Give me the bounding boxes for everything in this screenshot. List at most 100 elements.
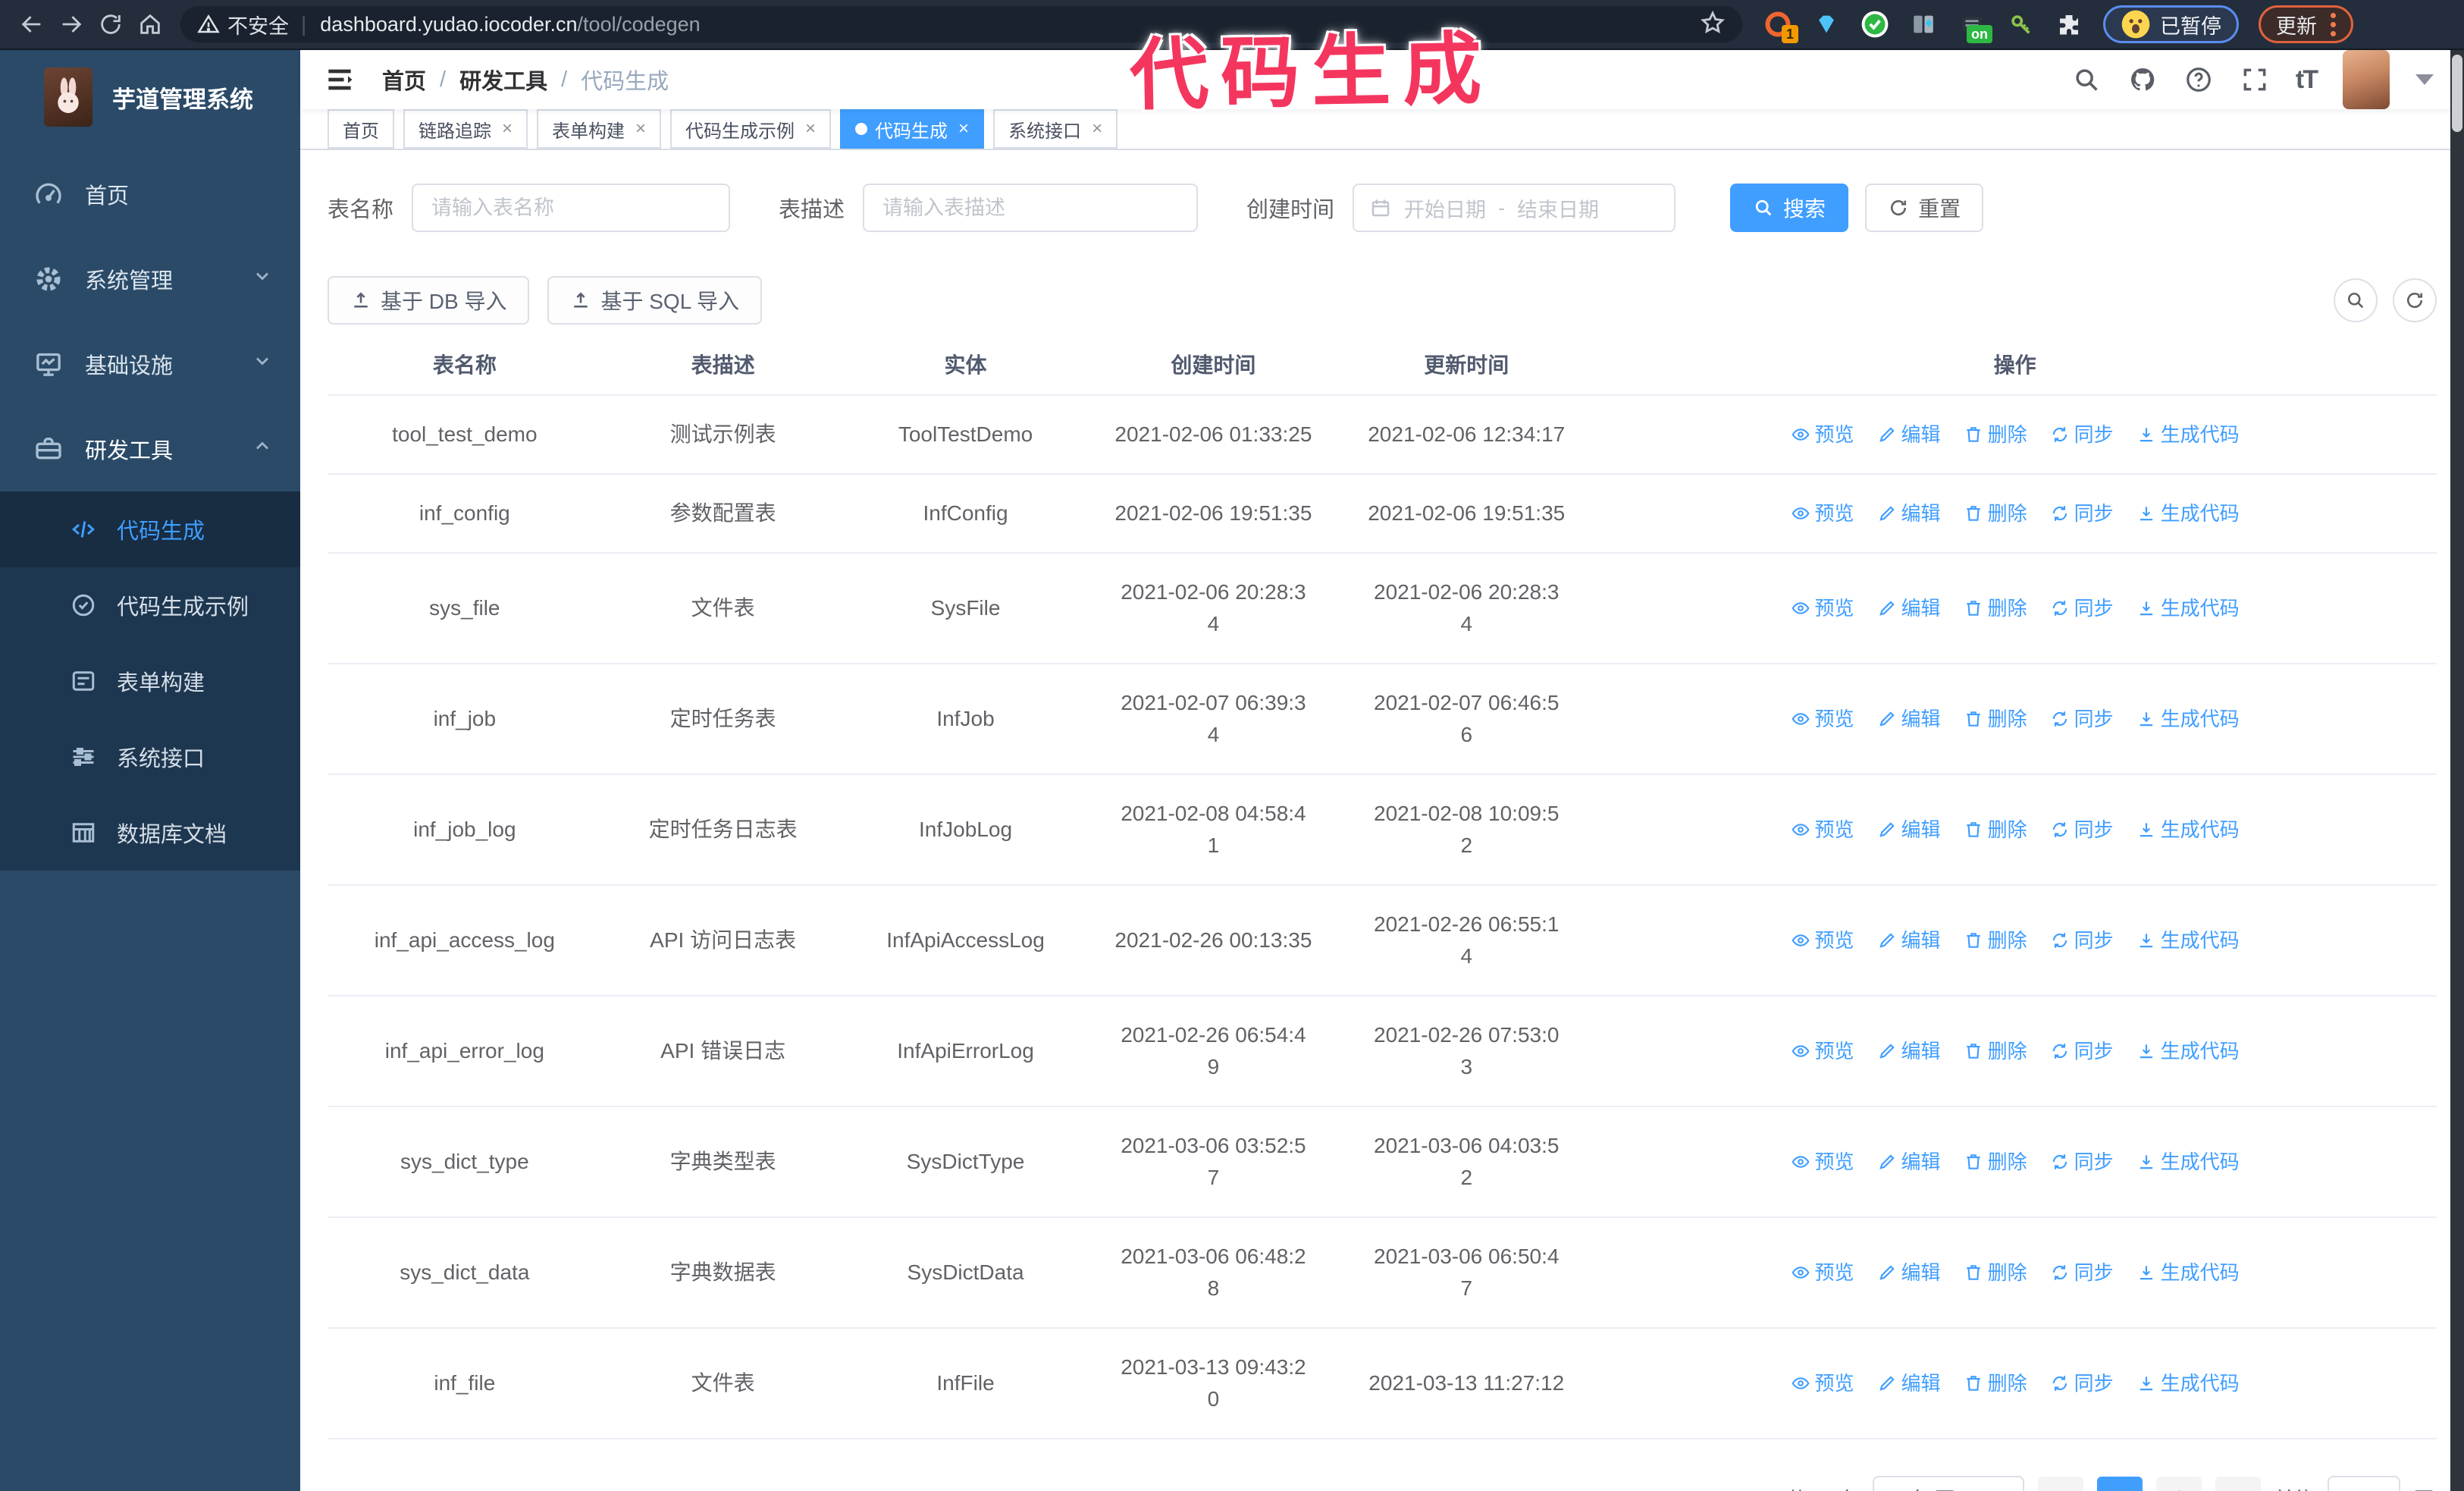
fullscreen-icon[interactable] (2240, 64, 2270, 95)
browser-back-icon[interactable] (12, 5, 52, 44)
bookmark-star-icon[interactable] (1700, 10, 1726, 39)
sync-link[interactable]: 同步 (2050, 498, 2114, 529)
extension-gem-icon[interactable] (1812, 10, 1841, 39)
delete-link[interactable]: 删除 (1964, 1035, 2027, 1067)
help-icon[interactable] (2183, 64, 2214, 95)
close-icon[interactable]: × (635, 118, 646, 140)
generate-code-link[interactable]: 生成代码 (2136, 703, 2240, 735)
sidebar-item-system-api[interactable]: 系统接口 (0, 719, 300, 795)
edit-link[interactable]: 编辑 (1877, 924, 1941, 956)
sync-link[interactable]: 同步 (2050, 1257, 2114, 1289)
table-row[interactable]: inf_config 参数配置表 InfConfig 2021-02-06 19… (328, 474, 2437, 554)
browser-profile-chip[interactable]: 已暂停 (2103, 5, 2239, 43)
sync-link[interactable]: 同步 (2050, 924, 2114, 956)
search-button[interactable]: 搜索 (1730, 184, 1849, 232)
avatar-caret-down-icon[interactable] (2415, 74, 2434, 85)
extension-orange-icon[interactable]: 1 (1763, 10, 1798, 43)
page-scrollbar[interactable] (2450, 50, 2464, 1491)
generate-code-link[interactable]: 生成代码 (2136, 592, 2240, 624)
page-button-1[interactable]: 1 (2096, 1477, 2143, 1491)
close-icon[interactable]: × (805, 118, 816, 140)
refresh-table-button[interactable] (2393, 278, 2437, 322)
sync-link[interactable]: 同步 (2050, 703, 2114, 735)
browser-update-button[interactable]: 更新 (2259, 5, 2353, 43)
sidebar-item-db-doc[interactable]: 数据库文档 (0, 795, 300, 871)
table-row[interactable]: sys_file 文件表 SysFile 2021-02-06 20:28:3 … (328, 553, 2437, 664)
browser-reload-icon[interactable] (91, 5, 130, 44)
table-name-input[interactable] (412, 184, 731, 232)
generate-code-link[interactable]: 生成代码 (2136, 1146, 2240, 1178)
sidebar-item-codegen-example[interactable]: 代码生成示例 (0, 567, 300, 643)
preview-link[interactable]: 预览 (1791, 1146, 1854, 1178)
preview-link[interactable]: 预览 (1791, 814, 1854, 846)
tab-form-builder[interactable]: 表单构建 × (537, 109, 662, 149)
delete-link[interactable]: 删除 (1964, 592, 2027, 624)
sidebar-item-codegen[interactable]: 代码生成 (0, 491, 300, 567)
edit-link[interactable]: 编辑 (1877, 498, 1941, 529)
table-row[interactable]: inf_job 定时任务表 InfJob 2021-02-07 06:39:3 … (328, 664, 2437, 775)
generate-code-link[interactable]: 生成代码 (2136, 498, 2240, 529)
preview-link[interactable]: 预览 (1791, 1257, 1854, 1289)
sync-link[interactable]: 同步 (2050, 1146, 2114, 1178)
next-page-button[interactable] (2215, 1477, 2261, 1491)
breadcrumb-home[interactable]: 首页 (382, 64, 426, 96)
prev-page-button[interactable] (2037, 1477, 2083, 1491)
edit-link[interactable]: 编辑 (1877, 703, 1941, 735)
generate-code-link[interactable]: 生成代码 (2136, 1257, 2240, 1289)
app-logo-row[interactable]: 芋道管理系统 (0, 50, 300, 144)
edit-link[interactable]: 编辑 (1877, 1257, 1941, 1289)
db-import-button[interactable]: 基于 DB 导入 (328, 276, 530, 325)
delete-link[interactable]: 删除 (1964, 419, 2027, 450)
extension-tabs-icon[interactable] (1909, 10, 1938, 39)
preview-link[interactable]: 预览 (1791, 1035, 1854, 1067)
sidebar-item-system[interactable]: 系统管理 (0, 237, 300, 322)
github-icon[interactable] (2127, 64, 2158, 95)
tab-tracing[interactable]: 链路追踪 × (403, 109, 528, 149)
user-avatar[interactable] (2343, 50, 2390, 109)
sidebar-item-form-builder[interactable]: 表单构建 (0, 643, 300, 719)
sync-link[interactable]: 同步 (2050, 1367, 2114, 1399)
delete-link[interactable]: 删除 (1964, 924, 2027, 956)
sidebar-item-home[interactable]: 首页 (0, 152, 300, 237)
preview-link[interactable]: 预览 (1791, 924, 1854, 956)
close-icon[interactable]: × (958, 118, 969, 140)
sync-link[interactable]: 同步 (2050, 1035, 2114, 1067)
delete-link[interactable]: 删除 (1964, 703, 2027, 735)
tab-home[interactable]: 首页 (328, 109, 394, 149)
sidebar-item-infra[interactable]: 基础设施 (0, 322, 300, 406)
table-row[interactable]: inf_api_error_log API 错误日志 InfApiErrorLo… (328, 996, 2437, 1107)
delete-link[interactable]: 删除 (1964, 1257, 2027, 1289)
toggle-search-button[interactable] (2334, 278, 2378, 322)
browser-home-icon[interactable] (130, 5, 170, 44)
delete-link[interactable]: 删除 (1964, 1146, 2027, 1178)
close-icon[interactable]: × (1092, 118, 1102, 140)
generate-code-link[interactable]: 生成代码 (2136, 924, 2240, 956)
extension-dark-on-icon[interactable]: on (1958, 10, 1992, 43)
edit-link[interactable]: 编辑 (1877, 419, 1941, 450)
extension-key-icon[interactable] (2006, 10, 2035, 39)
edit-link[interactable]: 编辑 (1877, 1035, 1941, 1067)
browser-menu-dots-icon[interactable] (2331, 12, 2336, 36)
address-bar[interactable]: 不安全 | dashboard.yudao.iocoder.cn/tool/co… (180, 6, 1742, 42)
tab-codegen-example[interactable]: 代码生成示例 × (670, 109, 832, 149)
generate-code-link[interactable]: 生成代码 (2136, 814, 2240, 846)
preview-link[interactable]: 预览 (1791, 1367, 1854, 1399)
breadcrumb-devtools[interactable]: 研发工具 (459, 64, 547, 96)
table-desc-input[interactable] (863, 184, 1199, 232)
table-row[interactable]: inf_file 文件表 InfFile 2021-03-13 09:43:2 … (328, 1328, 2437, 1439)
table-row[interactable]: inf_job_log 定时任务日志表 InfJobLog 2021-02-08… (328, 774, 2437, 886)
table-row[interactable]: inf_api_access_log API 访问日志表 InfApiAcces… (328, 885, 2437, 997)
table-row[interactable]: sys_dict_data 字典数据表 SysDictData 2021-03-… (328, 1217, 2437, 1329)
tab-codegen[interactable]: 代码生成 × (840, 109, 985, 149)
close-icon[interactable]: × (502, 118, 513, 140)
delete-link[interactable]: 删除 (1964, 814, 2027, 846)
sync-link[interactable]: 同步 (2050, 814, 2114, 846)
table-row[interactable]: tool_test_demo 测试示例表 ToolTestDemo 2021-0… (328, 395, 2437, 475)
browser-forward-icon[interactable] (52, 5, 91, 44)
font-size-icon[interactable]: tT (2296, 65, 2318, 95)
sync-link[interactable]: 同步 (2050, 419, 2114, 450)
sql-import-button[interactable]: 基于 SQL 导入 (547, 276, 763, 325)
preview-link[interactable]: 预览 (1791, 592, 1854, 624)
goto-page-input[interactable] (2327, 1476, 2400, 1491)
reset-button[interactable]: 重置 (1865, 184, 1984, 232)
